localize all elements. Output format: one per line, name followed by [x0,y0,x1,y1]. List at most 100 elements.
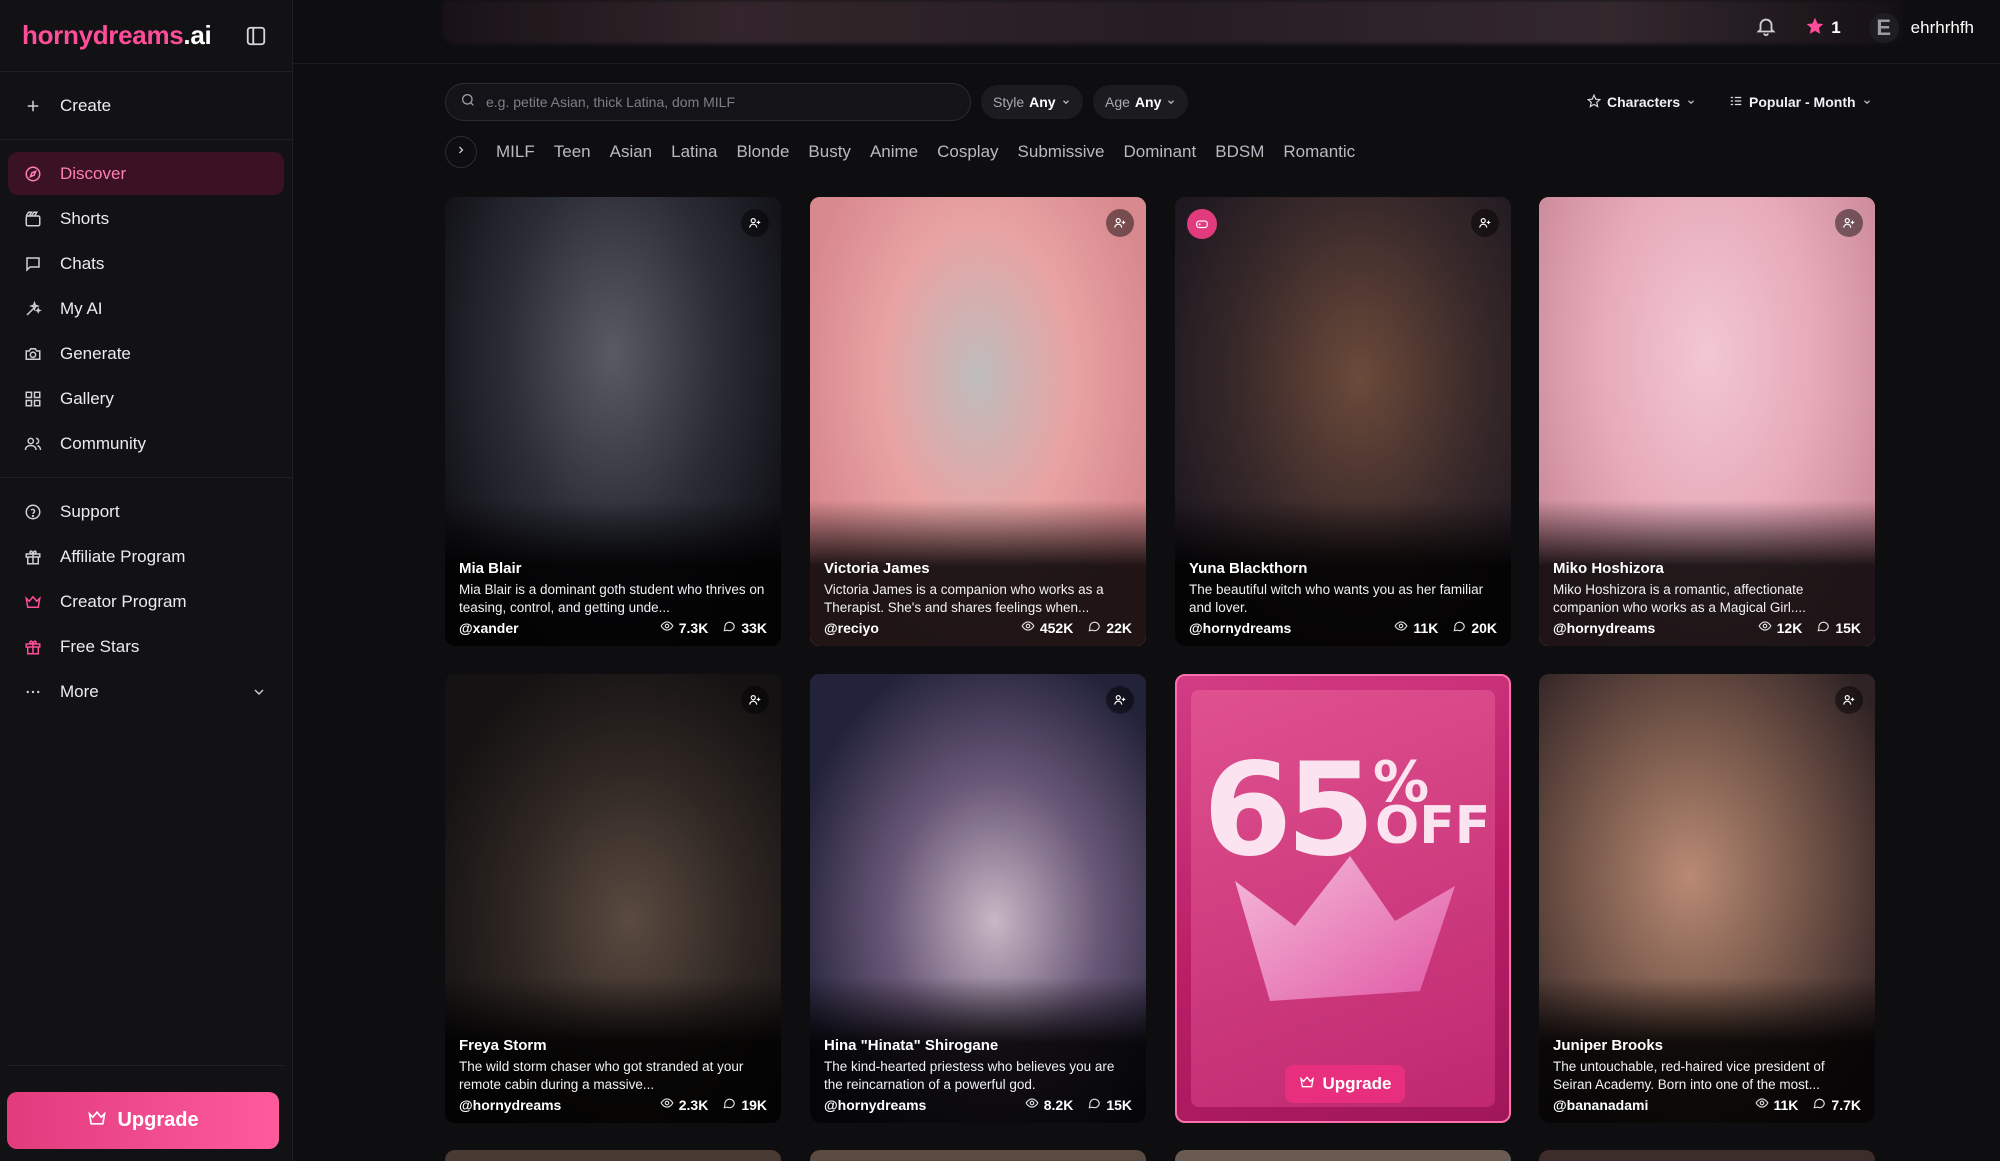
view-count: 11K [1773,1096,1799,1113]
sidebar-item-support[interactable]: Support [8,490,284,533]
stars-balance[interactable]: 1 [1805,16,1841,41]
character-card[interactable]: Yuna Blackthorn The beautiful witch who … [1175,197,1511,646]
card-meta: @reciyo 452K 22K [824,619,1132,636]
sidebar-item-label: Creator Program [60,591,187,611]
tag-milf[interactable]: MILF [496,142,535,162]
author-handle[interactable]: @xander [459,620,519,636]
tag-scroll-button[interactable] [445,136,477,168]
type-dropdown-label: Characters [1607,94,1681,110]
follow-user-icon[interactable] [1835,686,1863,714]
tag-dominant[interactable]: Dominant [1123,142,1196,162]
clapperboard-icon [22,208,44,230]
tag-busty[interactable]: Busty [808,142,851,162]
follow-user-icon[interactable] [1106,209,1134,237]
search-input[interactable] [486,94,946,110]
character-name: Mia Blair [459,560,522,577]
author-handle[interactable]: @reciyo [824,620,879,636]
character-card[interactable]: Victoria James Victoria James is a compa… [810,197,1146,646]
sidebar-item-gallery[interactable]: Gallery [8,377,284,420]
bell-icon[interactable] [1755,15,1777,42]
help-icon [22,501,44,523]
character-card[interactable]: Freya Storm The wild storm chaser who go… [445,674,781,1123]
sidebar-item-label: Chats [60,253,105,273]
sidebar-item-label: Shorts [60,208,110,228]
sidebar-item-my-ai[interactable]: My AI [8,287,284,330]
follow-user-icon[interactable] [741,686,769,714]
user-menu[interactable]: E ehrhrhfh [1868,13,1974,43]
sparkle-icon [22,298,44,320]
type-dropdown[interactable]: Characters [1586,85,1696,119]
brand-name: hornydreams [22,20,184,50]
search-box [445,83,971,121]
character-card-peek [810,1150,1146,1161]
style-filter-dropdown[interactable]: Style Any [981,85,1083,119]
chevron-right-icon [455,143,467,161]
sort-dropdown[interactable]: Popular - Month [1729,85,1872,119]
chat-count: 15K [1106,1096,1132,1113]
upgrade-promo-card[interactable]: 65 % OFF Upgrade [1175,674,1511,1123]
tag-asian[interactable]: Asian [610,142,653,162]
sidebar-item-more[interactable]: More [8,670,284,713]
sidebar-item-chats[interactable]: Chats [8,242,284,285]
character-card[interactable]: Juniper Brooks The untouchable, red-hair… [1539,674,1875,1123]
character-card[interactable]: Miko Hoshizora Miko Hoshizora is a roman… [1539,197,1875,646]
author-handle[interactable]: @hornydreams [459,1097,561,1113]
nav-group-create: Create [0,72,292,140]
sidebar-upgrade-button[interactable]: Upgrade [7,1092,279,1149]
eye-icon [660,1096,674,1113]
sidebar-item-affiliate[interactable]: Affiliate Program [8,535,284,578]
tag-blonde[interactable]: Blonde [736,142,789,162]
character-name: Hina "Hinata" Shirogane [824,1037,999,1054]
tag-anime[interactable]: Anime [870,142,918,162]
brand-logo[interactable]: hornydreams.ai [22,20,212,51]
card-info: Yuna Blackthorn The beautiful witch who … [1175,500,1511,646]
sidebar-item-community[interactable]: Community [8,422,284,465]
sidebar-item-shorts[interactable]: Shorts [8,197,284,240]
card-info: Victoria James Victoria James is a compa… [810,500,1146,646]
chevron-down-icon [1686,94,1696,110]
card-info: Miko Hoshizora Miko Hoshizora is a roman… [1539,500,1875,646]
card-meta: @bananadami 11K 7.7K [1553,1096,1861,1113]
upgrade-label: Upgrade [117,1109,199,1131]
author-handle[interactable]: @hornydreams [1553,620,1655,636]
view-count: 11K [1413,619,1439,636]
card-meta: @hornydreams 8.2K 15K [824,1096,1132,1113]
promo-upgrade-button[interactable]: Upgrade [1285,1065,1405,1103]
nav-group-main: Discover Shorts Chats My AI Generate Gal… [0,140,292,478]
character-card[interactable]: Mia Blair Mia Blair is a dominant goth s… [445,197,781,646]
gift-icon [22,636,44,658]
nav-group-secondary: Support Affiliate Program Creator Progra… [0,478,292,725]
follow-user-icon[interactable] [1106,686,1134,714]
crown-icon [1235,856,1455,1001]
sidebar-item-creator[interactable]: Creator Program [8,580,284,623]
character-name: Yuna Blackthorn [1189,560,1308,577]
tag-submissive[interactable]: Submissive [1018,142,1105,162]
character-description: The untouchable, red-haired vice preside… [1553,1059,1825,1092]
author-handle[interactable]: @hornydreams [1189,620,1291,636]
sidebar-item-discover[interactable]: Discover [8,152,284,195]
sidebar-toggle-icon[interactable] [242,22,270,50]
follow-user-icon[interactable] [741,209,769,237]
star-outline-icon [1586,93,1602,111]
author-handle[interactable]: @hornydreams [824,1097,926,1113]
sidebar-item-create[interactable]: Create [8,84,284,127]
card-info: Mia Blair Mia Blair is a dominant goth s… [445,500,781,646]
character-name: Victoria James [824,560,930,577]
character-description: Mia Blair is a dominant goth student who… [459,582,765,615]
author-handle[interactable]: @bananadami [1553,1097,1648,1113]
brand-row: hornydreams.ai [0,0,292,72]
sidebar-item-free-stars[interactable]: Free Stars [8,625,284,668]
compass-icon [22,163,44,185]
follow-user-icon[interactable] [1471,209,1499,237]
character-card[interactable]: Hina "Hinata" Shirogane The kind-hearted… [810,674,1146,1123]
tag-latina[interactable]: Latina [671,142,717,162]
character-description: The kind-hearted priestess who believes … [824,1059,1115,1092]
age-filter-dropdown[interactable]: Age Any [1093,85,1189,119]
style-filter-label: Style [993,94,1025,110]
sidebar-item-generate[interactable]: Generate [8,332,284,375]
tag-teen[interactable]: Teen [554,142,591,162]
tag-romantic[interactable]: Romantic [1283,142,1355,162]
tag-cosplay[interactable]: Cosplay [937,142,998,162]
follow-user-icon[interactable] [1835,209,1863,237]
tag-bdsm[interactable]: BDSM [1215,142,1264,162]
